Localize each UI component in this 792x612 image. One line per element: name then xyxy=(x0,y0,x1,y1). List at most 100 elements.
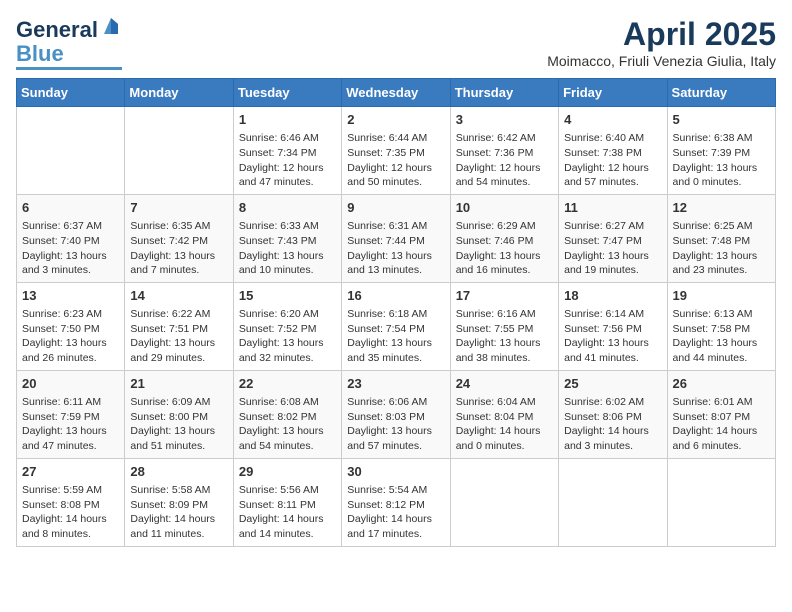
calendar-cell: 9 Sunrise: 6:31 AM Sunset: 7:44 PM Daylig… xyxy=(342,194,450,282)
calendar-header-row: SundayMondayTuesdayWednesdayThursdayFrid… xyxy=(17,79,776,107)
day-number: 5 xyxy=(673,111,770,129)
day-info: Sunrise: 6:23 AM Sunset: 7:50 PM Dayligh… xyxy=(22,307,119,366)
calendar-cell: 4 Sunrise: 6:40 AM Sunset: 7:38 PM Daylig… xyxy=(559,107,667,195)
logo-icon xyxy=(100,16,122,38)
calendar-week-row: 27 Sunrise: 5:59 AM Sunset: 8:08 PM Dayli… xyxy=(17,458,776,546)
day-info: Sunrise: 6:02 AM Sunset: 8:06 PM Dayligh… xyxy=(564,395,661,454)
day-info: Sunrise: 6:04 AM Sunset: 8:04 PM Dayligh… xyxy=(456,395,553,454)
day-info: Sunrise: 6:42 AM Sunset: 7:36 PM Dayligh… xyxy=(456,131,553,190)
calendar-cell: 21 Sunrise: 6:09 AM Sunset: 8:00 PM Dayli… xyxy=(125,370,233,458)
column-header-thursday: Thursday xyxy=(450,79,558,107)
location-subtitle: Moimacco, Friuli Venezia Giulia, Italy xyxy=(547,53,776,69)
calendar-cell: 18 Sunrise: 6:14 AM Sunset: 7:56 PM Dayli… xyxy=(559,282,667,370)
day-number: 18 xyxy=(564,287,661,305)
logo-text-blue: Blue xyxy=(16,43,64,65)
logo: General Blue xyxy=(16,16,122,70)
day-number: 16 xyxy=(347,287,444,305)
day-number: 23 xyxy=(347,375,444,393)
day-info: Sunrise: 6:13 AM Sunset: 7:58 PM Dayligh… xyxy=(673,307,770,366)
column-header-tuesday: Tuesday xyxy=(233,79,341,107)
day-info: Sunrise: 6:22 AM Sunset: 7:51 PM Dayligh… xyxy=(130,307,227,366)
calendar-cell: 27 Sunrise: 5:59 AM Sunset: 8:08 PM Dayli… xyxy=(17,458,125,546)
day-info: Sunrise: 6:38 AM Sunset: 7:39 PM Dayligh… xyxy=(673,131,770,190)
day-number: 22 xyxy=(239,375,336,393)
calendar-cell: 3 Sunrise: 6:42 AM Sunset: 7:36 PM Daylig… xyxy=(450,107,558,195)
calendar-cell: 23 Sunrise: 6:06 AM Sunset: 8:03 PM Dayli… xyxy=(342,370,450,458)
day-number: 7 xyxy=(130,199,227,217)
calendar-cell: 24 Sunrise: 6:04 AM Sunset: 8:04 PM Dayli… xyxy=(450,370,558,458)
day-info: Sunrise: 6:46 AM Sunset: 7:34 PM Dayligh… xyxy=(239,131,336,190)
calendar-week-row: 6Sunrise: 6:37 AM Sunset: 7:40 PM Daylig… xyxy=(17,194,776,282)
day-number: 20 xyxy=(22,375,119,393)
day-number: 3 xyxy=(456,111,553,129)
calendar-table: SundayMondayTuesdayWednesdayThursdayFrid… xyxy=(16,78,776,547)
page-header: General Blue April 2025 Moimacco, Friuli… xyxy=(16,16,776,70)
day-number: 8 xyxy=(239,199,336,217)
calendar-cell: 28Sunrise: 5:58 AM Sunset: 8:09 PM Dayli… xyxy=(125,458,233,546)
calendar-cell: 14 Sunrise: 6:22 AM Sunset: 7:51 PM Dayli… xyxy=(125,282,233,370)
day-info: Sunrise: 5:56 AM Sunset: 8:11 PM Dayligh… xyxy=(239,483,336,542)
day-number: 9 xyxy=(347,199,444,217)
day-number: 4 xyxy=(564,111,661,129)
calendar-cell: 6Sunrise: 6:37 AM Sunset: 7:40 PM Daylig… xyxy=(17,194,125,282)
calendar-cell: 15 Sunrise: 6:20 AM Sunset: 7:52 PM Dayli… xyxy=(233,282,341,370)
day-info: Sunrise: 6:01 AM Sunset: 8:07 PM Dayligh… xyxy=(673,395,770,454)
day-number: 15 xyxy=(239,287,336,305)
column-header-saturday: Saturday xyxy=(667,79,775,107)
logo-underline xyxy=(16,67,122,70)
day-info: Sunrise: 6:20 AM Sunset: 7:52 PM Dayligh… xyxy=(239,307,336,366)
calendar-cell: 13 Sunrise: 6:23 AM Sunset: 7:50 PM Dayli… xyxy=(17,282,125,370)
day-number: 28 xyxy=(130,463,227,481)
logo-text-general: General xyxy=(16,19,98,41)
day-info: Sunrise: 6:27 AM Sunset: 7:47 PM Dayligh… xyxy=(564,219,661,278)
calendar-cell xyxy=(17,107,125,195)
day-info: Sunrise: 6:14 AM Sunset: 7:56 PM Dayligh… xyxy=(564,307,661,366)
day-number: 27 xyxy=(22,463,119,481)
title-block: April 2025 Moimacco, Friuli Venezia Giul… xyxy=(547,16,776,69)
day-number: 25 xyxy=(564,375,661,393)
day-number: 21 xyxy=(130,375,227,393)
day-info: Sunrise: 6:06 AM Sunset: 8:03 PM Dayligh… xyxy=(347,395,444,454)
calendar-cell xyxy=(667,458,775,546)
calendar-cell: 19 Sunrise: 6:13 AM Sunset: 7:58 PM Dayli… xyxy=(667,282,775,370)
day-info: Sunrise: 6:37 AM Sunset: 7:40 PM Dayligh… xyxy=(22,219,119,278)
day-info: Sunrise: 6:33 AM Sunset: 7:43 PM Dayligh… xyxy=(239,219,336,278)
day-number: 26 xyxy=(673,375,770,393)
day-info: Sunrise: 5:59 AM Sunset: 8:08 PM Dayligh… xyxy=(22,483,119,542)
day-number: 10 xyxy=(456,199,553,217)
day-info: Sunrise: 6:44 AM Sunset: 7:35 PM Dayligh… xyxy=(347,131,444,190)
calendar-cell: 1 Sunrise: 6:46 AM Sunset: 7:34 PM Daylig… xyxy=(233,107,341,195)
column-header-monday: Monday xyxy=(125,79,233,107)
day-number: 1 xyxy=(239,111,336,129)
day-number: 2 xyxy=(347,111,444,129)
day-number: 11 xyxy=(564,199,661,217)
calendar-cell: 22 Sunrise: 6:08 AM Sunset: 8:02 PM Dayli… xyxy=(233,370,341,458)
calendar-cell: 20Sunrise: 6:11 AM Sunset: 7:59 PM Dayli… xyxy=(17,370,125,458)
calendar-cell: 26 Sunrise: 6:01 AM Sunset: 8:07 PM Dayli… xyxy=(667,370,775,458)
column-header-wednesday: Wednesday xyxy=(342,79,450,107)
calendar-cell: 5 Sunrise: 6:38 AM Sunset: 7:39 PM Daylig… xyxy=(667,107,775,195)
calendar-cell: 16Sunrise: 6:18 AM Sunset: 7:54 PM Dayli… xyxy=(342,282,450,370)
calendar-cell: 11 Sunrise: 6:27 AM Sunset: 7:47 PM Dayli… xyxy=(559,194,667,282)
day-number: 13 xyxy=(22,287,119,305)
day-info: Sunrise: 6:31 AM Sunset: 7:44 PM Dayligh… xyxy=(347,219,444,278)
day-info: Sunrise: 5:54 AM Sunset: 8:12 PM Dayligh… xyxy=(347,483,444,542)
day-info: Sunrise: 6:16 AM Sunset: 7:55 PM Dayligh… xyxy=(456,307,553,366)
calendar-cell: 12Sunrise: 6:25 AM Sunset: 7:48 PM Dayli… xyxy=(667,194,775,282)
day-info: Sunrise: 6:08 AM Sunset: 8:02 PM Dayligh… xyxy=(239,395,336,454)
day-number: 24 xyxy=(456,375,553,393)
day-number: 14 xyxy=(130,287,227,305)
column-header-friday: Friday xyxy=(559,79,667,107)
calendar-cell: 10 Sunrise: 6:29 AM Sunset: 7:46 PM Dayli… xyxy=(450,194,558,282)
day-info: Sunrise: 6:40 AM Sunset: 7:38 PM Dayligh… xyxy=(564,131,661,190)
day-info: Sunrise: 6:25 AM Sunset: 7:48 PM Dayligh… xyxy=(673,219,770,278)
day-info: Sunrise: 6:29 AM Sunset: 7:46 PM Dayligh… xyxy=(456,219,553,278)
day-info: Sunrise: 6:09 AM Sunset: 8:00 PM Dayligh… xyxy=(130,395,227,454)
day-number: 19 xyxy=(673,287,770,305)
calendar-cell xyxy=(125,107,233,195)
column-header-sunday: Sunday xyxy=(17,79,125,107)
calendar-cell: 17Sunrise: 6:16 AM Sunset: 7:55 PM Dayli… xyxy=(450,282,558,370)
month-title: April 2025 xyxy=(547,16,776,53)
day-info: Sunrise: 6:35 AM Sunset: 7:42 PM Dayligh… xyxy=(130,219,227,278)
calendar-week-row: 1 Sunrise: 6:46 AM Sunset: 7:34 PM Daylig… xyxy=(17,107,776,195)
